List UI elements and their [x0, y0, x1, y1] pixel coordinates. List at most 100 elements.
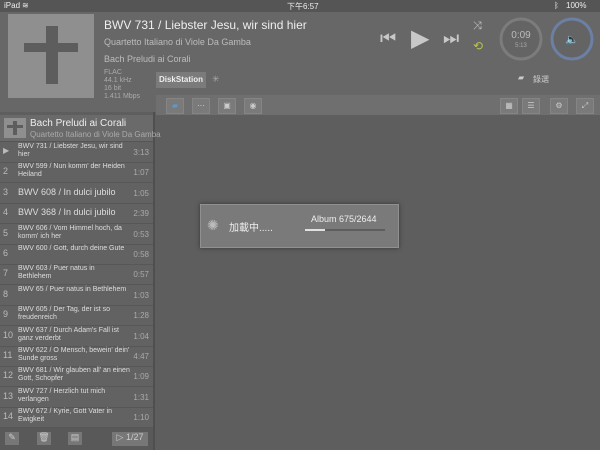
track-number: 10: [3, 329, 14, 340]
play-icon[interactable]: ▶: [411, 24, 429, 53]
loading-progress-fill: [305, 229, 326, 231]
playlist-header[interactable]: Bach Preludi ai Corali Quartetto Italian…: [0, 115, 161, 142]
shuffle-icon[interactable]: ⤨: [473, 20, 482, 33]
track-artist: Quartetto Italiano di Viole Da Gamba: [104, 37, 251, 47]
track-duration: 1:28: [133, 311, 149, 321]
track-duration: 1:07: [133, 168, 149, 178]
track-title: BWV 637 / Durch Adam's Fall ist ganz ver…: [18, 326, 119, 342]
panel-divider: [153, 112, 155, 450]
cross-icon: [46, 26, 58, 84]
grid-view-icon[interactable]: ▦: [500, 98, 518, 114]
total-time: 5:13: [515, 43, 527, 49]
network-icon[interactable]: ⋯: [192, 98, 210, 114]
folder-icon[interactable]: ▰: [518, 73, 524, 82]
track-duration: 0:58: [133, 250, 149, 259]
track-title: BWV 731 / Liebster Jesu, wir sind hier: [104, 18, 307, 32]
track-number: 3: [3, 186, 9, 197]
track-duration: 1:31: [133, 392, 149, 402]
track-title: BWV 727 / Herzlich tut mich verlangen: [18, 387, 106, 403]
track-title: BWV 681 / Wir glauben all' an einen Gott…: [18, 367, 130, 383]
settings-icon[interactable]: ⚙: [550, 98, 568, 114]
track-title: BWV 608 / In dulci jubilo: [18, 186, 116, 197]
browse-toolbar: ▰ ⋯ ▣ ◉ ▦ ☰ ⚙ ⤢: [156, 95, 600, 115]
track-row[interactable]: 13 BWV 727 / Herzlich tut mich verlangen 1…: [0, 387, 153, 408]
source-tab[interactable]: DiskStation: [156, 72, 206, 88]
track-duration: 3:13: [133, 148, 149, 157]
track-duration: 0:53: [133, 229, 149, 239]
playlist-cover: [4, 118, 26, 138]
playlist-position[interactable]: ▷ 1/27: [112, 432, 148, 446]
volume-dial[interactable]: 🔈: [549, 16, 595, 62]
loading-progress-label: Album 675/2644: [311, 214, 377, 224]
playlist-position-label: 1/27: [125, 432, 144, 442]
status-bar: iPad ≋ 下午6:57 100% ᛒ: [0, 0, 600, 12]
track-duration: 2:39: [133, 209, 149, 219]
track-row[interactable]: 7 BWV 603 / Puer natus in Bethlehem 0:57: [0, 264, 153, 286]
track-row[interactable]: 2 BWV 599 / Nun komm' der Heiden Heiland 1…: [0, 162, 153, 184]
track-duration: 0:57: [133, 270, 149, 280]
track-number: 7: [3, 268, 9, 279]
previous-icon[interactable]: ⏮: [380, 28, 396, 49]
track-album: Bach Preludi ai Corali: [104, 54, 191, 64]
playlist-album: Bach Preludi ai Corali: [30, 118, 127, 129]
battery-percent: 100%: [566, 1, 587, 10]
now-playing-icon: ▶: [3, 146, 10, 155]
track-row[interactable]: 3 BWV 608 / In dulci jubilo 1:05: [0, 183, 153, 204]
play-circle-icon: ▷: [116, 432, 124, 442]
speaker-icon: 🔈: [565, 33, 579, 46]
next-icon[interactable]: ⏭: [443, 28, 459, 49]
list-view-icon[interactable]: ☰: [522, 98, 540, 114]
device-label: iPad: [4, 1, 21, 10]
format-codec: FLAC: [104, 69, 122, 76]
track-duration: 1:03: [133, 290, 149, 300]
save-playlist-icon[interactable]: ▤: [68, 432, 82, 445]
trash-icon[interactable]: 🗑: [37, 432, 51, 445]
track-number: 6: [3, 248, 9, 258]
track-number: 11: [3, 350, 13, 360]
track-list: ▶ BWV 731 / Liebster Jesu, wir sind hier 3…: [0, 142, 153, 429]
clock: 下午6:57: [287, 2, 319, 11]
track-title: BWV 622 / O Mensch, bewein' dein' Sunde …: [18, 347, 130, 362]
track-row[interactable]: 10 BWV 637 / Durch Adam's Fall ist ganz v…: [0, 326, 153, 347]
spinner-icon: ✺: [207, 217, 219, 233]
track-row[interactable]: 14 BWV 672 / Kyrie, Gott Vater in Ewigkei…: [0, 407, 153, 429]
track-title: BWV 603 / Puer natus in Bethlehem: [18, 265, 95, 281]
track-row[interactable]: 4 BWV 368 / In dulci jubilo 2:39: [0, 203, 153, 225]
repeat-icon[interactable]: ⟲: [473, 39, 483, 53]
bluetooth-icon: ᛒ: [554, 1, 559, 10]
album-art[interactable]: [8, 14, 94, 98]
folder-label[interactable]: 錄選: [533, 74, 549, 85]
track-duration: 1:04: [133, 331, 149, 341]
track-number: 4: [3, 207, 9, 218]
loading-dialog: ✺ 加載中..... Album 675/2644: [200, 204, 399, 248]
format-info: FLAC 44.1 kHz 16 bit 1.411 Mbps: [104, 69, 140, 101]
track-title: BWV 731 / Liebster Jesu, wir sind hier: [18, 143, 123, 158]
track-row[interactable]: 8 BWV 65 / Puer natus in Bethlehem 1:03: [0, 285, 153, 306]
album-icon[interactable]: ▣: [218, 98, 236, 114]
wifi-icon: ≋: [22, 1, 29, 10]
track-number: 13: [3, 390, 14, 401]
edit-icon[interactable]: ✎: [5, 432, 19, 445]
track-number: 14: [3, 411, 14, 422]
track-duration: 1:09: [133, 372, 149, 382]
track-row[interactable]: 5 BWV 606 / Vom Himmel hoch, da komm' ich…: [0, 224, 153, 245]
track-row[interactable]: 11 BWV 622 / O Mensch, bewein' dein' Sund…: [0, 346, 153, 367]
track-number: 5: [3, 227, 9, 238]
track-row[interactable]: 6 BWV 600 / Gott, durch deine Gute 0:58: [0, 244, 153, 265]
track-title: BWV 605 / Der Tag, der ist so freudenrei…: [18, 306, 111, 322]
loading-spinner-icon: ✳: [212, 74, 220, 84]
fullscreen-icon[interactable]: ⤢: [576, 98, 594, 114]
track-duration: 1:05: [133, 188, 149, 198]
radio-icon[interactable]: ◉: [244, 98, 262, 114]
track-title: BWV 672 / Kyrie, Gott Vater in Ewigkeit: [18, 408, 113, 424]
track-row[interactable]: 12 BWV 681 / Wir glauben all' an einen Go…: [0, 366, 153, 388]
format-samplerate: 44.1 kHz: [104, 77, 132, 84]
track-row[interactable]: 9 BWV 605 / Der Tag, der ist so freudenre…: [0, 305, 153, 327]
track-title: BWV 599 / Nun komm' der Heiden Heiland: [18, 163, 125, 179]
format-bitrate: 1.411 Mbps: [104, 93, 141, 100]
folder-view-icon[interactable]: ▰: [166, 98, 184, 114]
playlist-artist: Quartetto Italiano di Viole Da Gamba: [30, 130, 161, 139]
track-row[interactable]: ▶ BWV 731 / Liebster Jesu, wir sind hier 3…: [0, 142, 153, 163]
track-duration: 1:10: [133, 413, 149, 423]
track-number: 9: [3, 309, 9, 320]
